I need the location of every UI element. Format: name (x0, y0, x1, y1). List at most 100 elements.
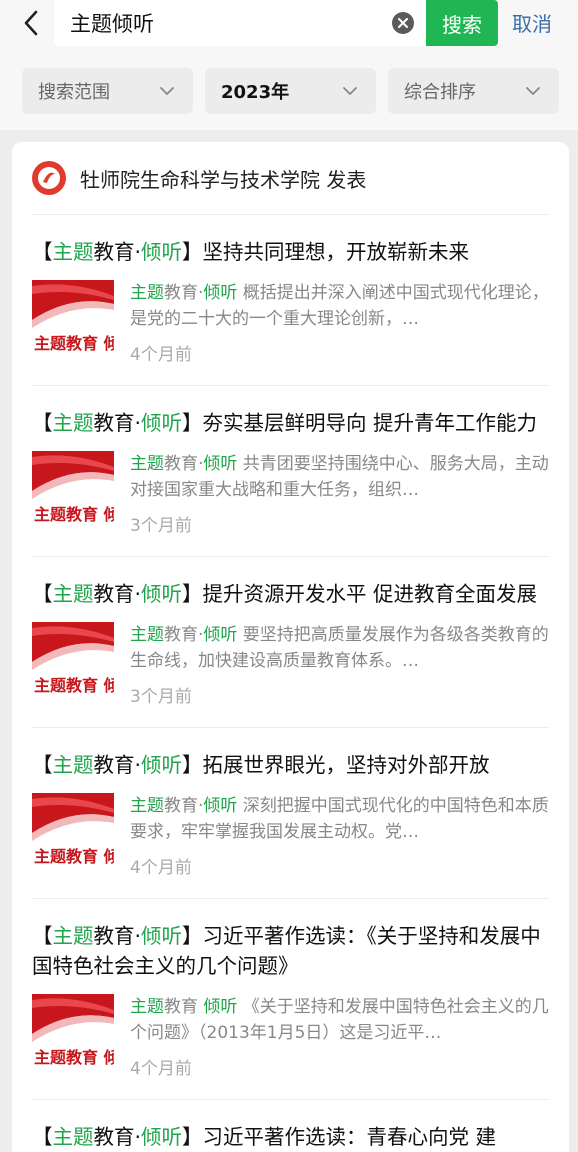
search-button[interactable]: 搜索 (426, 0, 498, 46)
article-meta: 主题教育·倾听 概括提出并深入阐述中国式现代化理论，是党的二十大的一个重大理论创… (130, 280, 549, 365)
article-item[interactable]: 【主题教育·倾听】拓展世界眼光，坚持对外部开放 主题教育 倾听 主题教育·倾听 … (32, 728, 549, 899)
cancel-button[interactable]: 取消 (512, 8, 552, 37)
article-title[interactable]: 【主题教育·倾听】习近平著作选读：《关于坚持和发展中国特色社会主义的几个问题》 (32, 921, 549, 981)
article-item[interactable]: 【主题教育·倾听】坚持共同理想，开放崭新未来 主题教育 倾听 主题教育·倾听 概… (32, 215, 549, 386)
title-highlight: 倾听 (141, 240, 183, 264)
thumbnail-text: 主题教育 倾听 (34, 334, 114, 353)
title-bracket: 【 (32, 582, 53, 606)
article-thumbnail[interactable]: 主题教育 倾听 (32, 994, 114, 1076)
excerpt-text: 教育 (164, 997, 204, 1017)
clear-search-button[interactable] (392, 12, 414, 34)
article-thumbnail[interactable]: 主题教育 倾听 (32, 622, 114, 704)
article-title[interactable]: 【主题教育·倾听】夯实基层鲜明导向 提升青年工作能力 (32, 408, 549, 438)
filter-year[interactable]: 2023年 (205, 68, 376, 114)
excerpt-highlight: 主题 (130, 454, 164, 474)
source-name: 牡师院生命科学与技术学院 发表 (80, 167, 367, 192)
article-meta: 主题教育·倾听 深刻把握中国式现代化的中国特色和本质要求，牢牢掌握我国发展主动权… (130, 793, 549, 878)
close-icon (398, 18, 408, 28)
search-query-text[interactable]: 主题倾听 (54, 8, 426, 38)
title-text: 教育· (93, 1125, 142, 1149)
top-bar: 主题倾听 搜索 取消 搜索范围 2023年 综合排序 (0, 0, 578, 130)
title-highlight: 主题 (52, 240, 94, 264)
title-highlight: 主题 (52, 1125, 94, 1149)
article-thumbnail[interactable]: 主题教育 倾听 (32, 793, 114, 875)
article-body: 主题教育 倾听 主题教育·倾听 概括提出并深入阐述中国式现代化理论，是党的二十大… (32, 280, 549, 365)
results-card: 牡师院生命科学与技术学院 发表 【主题教育·倾听】坚持共同理想，开放崭新未来 主… (12, 142, 569, 1152)
filter-sort[interactable]: 综合排序 (388, 68, 559, 114)
title-text: 】提升资源开发水平 促进教育全面发展 (182, 582, 538, 606)
title-text: 】习近平著作选读：青春心向党 建 (182, 1125, 497, 1149)
excerpt-highlight: 倾听 (203, 454, 238, 474)
article-item[interactable]: 【主题教育·倾听】提升资源开发水平 促进教育全面发展 主题教育 倾听 主题教育·… (32, 557, 549, 728)
article-item[interactable]: 【主题教育·倾听】夯实基层鲜明导向 提升青年工作能力 主题教育 倾听 主题教育·… (32, 386, 549, 557)
article-body: 主题教育 倾听 主题教育·倾听 深刻把握中国式现代化的中国特色和本质要求，牢牢掌… (32, 793, 549, 878)
thumbnail-text: 主题教育 倾听 (34, 1048, 114, 1067)
filter-bar: 搜索范围 2023年 综合排序 (22, 68, 559, 114)
article-title[interactable]: 【主题教育·倾听】坚持共同理想，开放崭新未来 (32, 237, 549, 267)
article-thumbnail[interactable]: 主题教育 倾听 (32, 451, 114, 533)
thumbnail-text: 主题教育 倾听 (34, 676, 114, 695)
article-meta: 主题教育·倾听 共青团要坚持围绕中心、服务大局，主动对接国家重大战略和重大任务，… (130, 451, 549, 536)
title-bracket: 【 (32, 411, 53, 435)
chevron-down-icon (160, 87, 174, 95)
article-body: 主题教育 倾听 主题教育·倾听 要坚持把高质量发展作为各级各类教育的生命线，加快… (32, 622, 549, 707)
article-time: 4个月前 (130, 858, 192, 878)
article-list: 【主题教育·倾听】坚持共同理想，开放崭新未来 主题教育 倾听 主题教育·倾听 概… (12, 215, 569, 1152)
title-highlight: 主题 (52, 753, 94, 777)
title-text: 】夯实基层鲜明导向 提升青年工作能力 (182, 411, 538, 435)
excerpt-text: 教育· (164, 283, 204, 303)
back-button[interactable] (14, 6, 48, 40)
excerpt-text: 教育· (164, 625, 204, 645)
title-bracket: 【 (32, 240, 53, 264)
title-highlight: 主题 (52, 411, 94, 435)
article-body: 主题教育 倾听 主题教育·倾听 共青团要坚持围绕中心、服务大局，主动对接国家重大… (32, 451, 549, 536)
source-logo-icon (32, 161, 66, 195)
filter-search-scope[interactable]: 搜索范围 (22, 68, 193, 114)
article-time: 3个月前 (130, 687, 192, 707)
article-item[interactable]: 【主题教育·倾听】习近平著作选读：青春心向党 建 (32, 1100, 549, 1152)
article-excerpt: 主题教育·倾听 要坚持把高质量发展作为各级各类教育的生命线，加快建设高质量教育体… (130, 622, 549, 674)
article-excerpt: 主题教育·倾听 概括提出并深入阐述中国式现代化理论，是党的二十大的一个重大理论创… (130, 280, 549, 332)
search-input[interactable]: 主题倾听 (54, 0, 426, 46)
title-text: 】坚持共同理想，开放崭新未来 (182, 240, 470, 264)
title-highlight: 倾听 (141, 582, 183, 606)
filter-label: 2023年 (221, 82, 290, 103)
excerpt-highlight: 倾听 (203, 283, 238, 303)
excerpt-highlight: 主题 (130, 796, 164, 816)
chevron-left-icon (24, 10, 38, 36)
title-text: 教育· (93, 924, 142, 948)
excerpt-text: 教育· (164, 796, 204, 816)
excerpt-highlight: 主题 (130, 625, 164, 645)
title-text: 教育· (93, 753, 142, 777)
title-highlight: 主题 (52, 924, 94, 948)
excerpt-text: 教育· (164, 454, 204, 474)
article-meta: 主题教育·倾听 要坚持把高质量发展作为各级各类教育的生命线，加快建设高质量教育体… (130, 622, 549, 707)
thumbnail-text: 主题教育 倾听 (34, 847, 114, 866)
title-text: 教育· (93, 240, 142, 264)
title-highlight: 倾听 (141, 1125, 183, 1149)
filter-label: 搜索范围 (38, 82, 110, 103)
title-text: 教育· (93, 411, 142, 435)
filter-label: 综合排序 (404, 82, 476, 103)
article-title[interactable]: 【主题教育·倾听】提升资源开发水平 促进教育全面发展 (32, 579, 549, 609)
title-highlight: 倾听 (141, 753, 183, 777)
article-body: 主题教育 倾听 主题教育 倾听 《关于坚持和发展中国特色社会主义的几个问题》（2… (32, 994, 549, 1079)
article-excerpt: 主题教育 倾听 《关于坚持和发展中国特色社会主义的几个问题》（2013年1月5日… (130, 994, 549, 1046)
title-bracket: 【 (32, 924, 53, 948)
title-highlight: 主题 (52, 582, 94, 606)
title-text: 】拓展世界眼光，坚持对外部开放 (182, 753, 490, 777)
article-thumbnail[interactable]: 主题教育 倾听 (32, 280, 114, 362)
thumbnail-text: 主题教育 倾听 (34, 505, 114, 524)
chevron-down-icon (526, 87, 540, 95)
article-title[interactable]: 【主题教育·倾听】习近平著作选读：青春心向党 建 (32, 1122, 549, 1152)
article-item[interactable]: 【主题教育·倾听】习近平著作选读：《关于坚持和发展中国特色社会主义的几个问题》 … (32, 899, 549, 1100)
article-title[interactable]: 【主题教育·倾听】拓展世界眼光，坚持对外部开放 (32, 750, 549, 780)
title-highlight: 倾听 (141, 924, 183, 948)
title-bracket: 【 (32, 1125, 53, 1149)
article-time: 3个月前 (130, 516, 192, 536)
source-header[interactable]: 牡师院生命科学与技术学院 发表 (32, 142, 549, 215)
article-excerpt: 主题教育·倾听 共青团要坚持围绕中心、服务大局，主动对接国家重大战略和重大任务，… (130, 451, 549, 503)
article-time: 4个月前 (130, 1059, 192, 1079)
excerpt-highlight: 主题 (130, 283, 164, 303)
title-text: 教育· (93, 582, 142, 606)
